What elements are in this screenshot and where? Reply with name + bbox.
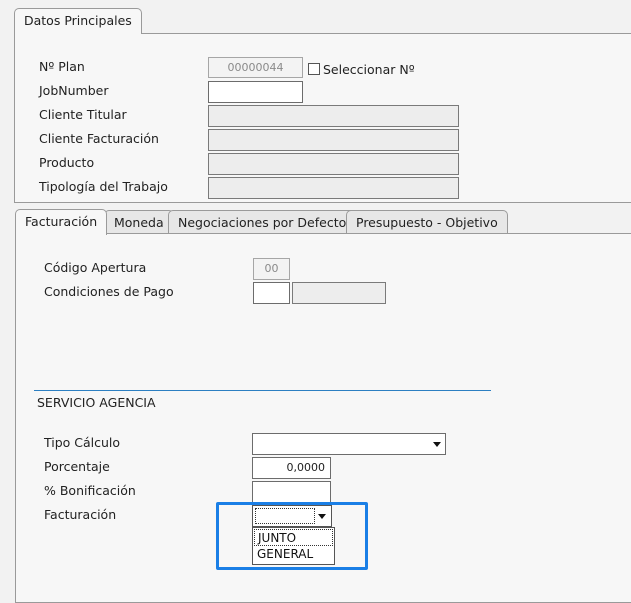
producto-label: Producto <box>39 155 95 170</box>
cliente-titular-field[interactable] <box>208 105 459 127</box>
codigo-apertura-field: 00 <box>253 258 290 280</box>
option-general[interactable]: GENERAL <box>254 546 333 563</box>
select-n-checkbox[interactable] <box>308 63 320 75</box>
tab-presupuesto[interactable]: Presupuesto - Objetivo <box>346 210 508 234</box>
porcentaje-input[interactable]: 0,0000 <box>252 457 331 479</box>
chevron-down-icon[interactable] <box>318 514 326 519</box>
servicio-agencia-title: SERVICIO AGENCIA <box>37 395 156 410</box>
codigo-apertura-label: Código Apertura <box>44 260 147 275</box>
tipo-calculo-select[interactable] <box>252 433 446 455</box>
bonificacion-input[interactable] <box>252 481 331 503</box>
tipologia-label: Tipología del Trabajo <box>39 179 168 194</box>
tab-datos-principales[interactable]: Datos Principales <box>14 8 142 34</box>
cliente-titular-label: Cliente Titular <box>39 107 127 122</box>
condiciones-pago-label: Condiciones de Pago <box>44 284 174 299</box>
condiciones-pago-desc-field[interactable] <box>292 282 386 304</box>
tab-negociaciones[interactable]: Negociaciones por Defecto <box>168 210 357 234</box>
cliente-facturacion-label: Cliente Facturación <box>39 131 159 146</box>
condiciones-pago-code-input[interactable] <box>253 282 290 304</box>
producto-field[interactable] <box>208 153 459 175</box>
cliente-facturacion-field[interactable] <box>208 129 459 151</box>
option-junto[interactable]: JUNTO <box>254 529 333 546</box>
tab-facturacion[interactable]: Facturación <box>15 209 108 235</box>
nplan-label: Nº Plan <box>39 59 85 74</box>
jobnumber-input[interactable] <box>208 81 303 103</box>
facturacion-select[interactable] <box>252 505 332 527</box>
select-n-label: Seleccionar Nº <box>323 62 415 77</box>
jobnumber-label: JobNumber <box>39 83 109 98</box>
facturacion-dropdown: JUNTO GENERAL <box>252 527 335 565</box>
porcentaje-label: Porcentaje <box>44 459 110 474</box>
chevron-down-icon[interactable] <box>433 442 441 447</box>
facturacion-label: Facturación <box>44 507 117 522</box>
facturacion-select-focus <box>255 508 315 524</box>
tab-moneda[interactable]: Moneda <box>104 210 174 234</box>
tipologia-field[interactable] <box>208 177 459 199</box>
nplan-field: 00000044 <box>208 57 303 78</box>
section-divider <box>34 390 491 391</box>
tipo-calculo-label: Tipo Cálculo <box>44 435 121 450</box>
bonificacion-label: % Bonificación <box>44 483 136 498</box>
